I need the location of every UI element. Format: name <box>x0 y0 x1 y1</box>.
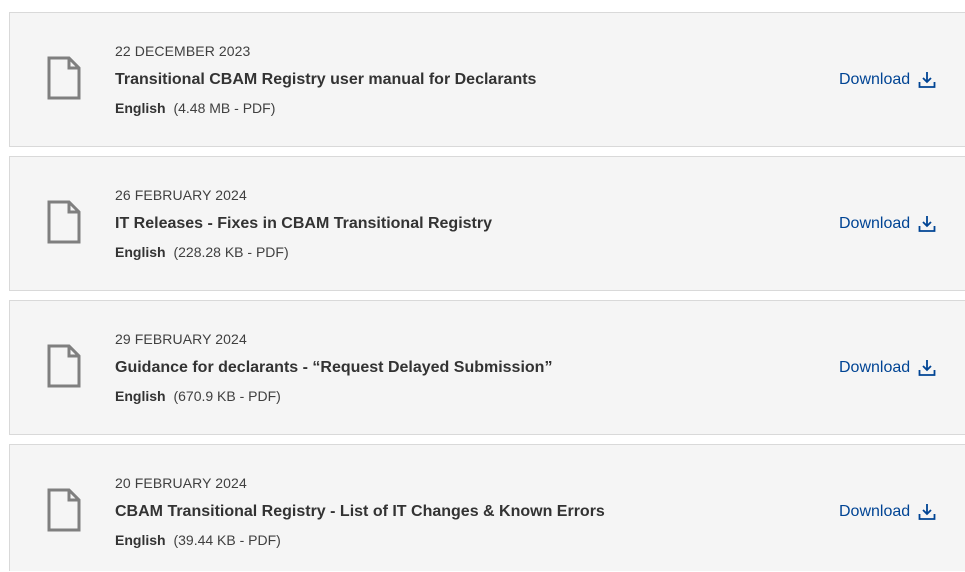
document-title: Guidance for declarants - “Request Delay… <box>115 359 553 376</box>
document-title: Transitional CBAM Registry user manual f… <box>115 71 537 88</box>
document-item: 29 FEBRUARY 2024 Guidance for declarants… <box>9 300 965 435</box>
document-list: 22 DECEMBER 2023 Transitional CBAM Regis… <box>9 12 965 571</box>
download-label: Download <box>839 71 911 88</box>
document-meta: English (670.9 KB - PDF) <box>115 388 281 404</box>
document-size: (670.9 KB - PDF) <box>173 388 281 404</box>
download-label: Download <box>839 215 911 232</box>
download-icon[interactable] <box>918 359 936 377</box>
file-icon <box>47 344 81 388</box>
download-link[interactable]: Download <box>839 71 936 89</box>
document-meta: English (228.28 KB - PDF) <box>115 244 289 260</box>
document-language: English <box>115 100 166 116</box>
document-item: 26 FEBRUARY 2024 IT Releases - Fixes in … <box>9 156 965 291</box>
document-size: (228.28 KB - PDF) <box>173 244 289 260</box>
document-title: CBAM Transitional Registry - List of IT … <box>115 503 605 520</box>
document-language: English <box>115 532 166 548</box>
download-label: Download <box>839 359 911 376</box>
document-date: 20 FEBRUARY 2024 <box>115 475 247 491</box>
document-language: English <box>115 388 166 404</box>
file-icon <box>47 56 81 100</box>
document-meta: English (39.44 KB - PDF) <box>115 532 281 548</box>
download-icon[interactable] <box>918 71 936 89</box>
document-title: IT Releases - Fixes in CBAM Transitional… <box>115 215 492 232</box>
document-date: 26 FEBRUARY 2024 <box>115 187 247 203</box>
download-label: Download <box>839 503 911 520</box>
document-item: 22 DECEMBER 2023 Transitional CBAM Regis… <box>9 12 965 147</box>
document-meta: English (4.48 MB - PDF) <box>115 100 275 116</box>
document-date: 29 FEBRUARY 2024 <box>115 331 247 347</box>
document-language: English <box>115 244 166 260</box>
file-icon <box>47 488 81 532</box>
document-item: 20 FEBRUARY 2024 CBAM Transitional Regis… <box>9 444 965 571</box>
document-date: 22 DECEMBER 2023 <box>115 43 251 59</box>
download-icon[interactable] <box>918 503 936 521</box>
download-link[interactable]: Download <box>839 503 936 521</box>
file-icon <box>47 200 81 244</box>
download-link[interactable]: Download <box>839 215 936 233</box>
document-size: (39.44 KB - PDF) <box>173 532 281 548</box>
download-link[interactable]: Download <box>839 359 936 377</box>
document-size: (4.48 MB - PDF) <box>173 100 276 116</box>
download-icon[interactable] <box>918 215 936 233</box>
